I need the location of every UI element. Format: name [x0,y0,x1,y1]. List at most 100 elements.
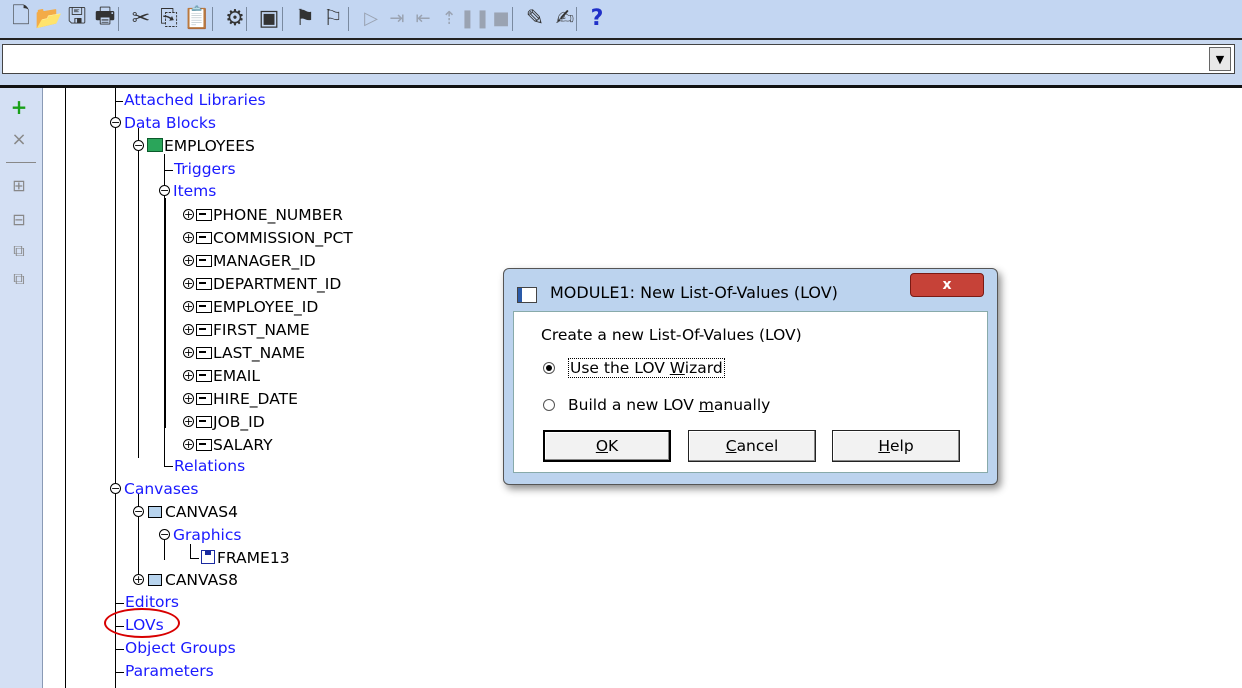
text-item-icon [196,416,212,428]
tree-node-item[interactable]: PHONE_NUMBER [196,205,343,225]
run-form-icon[interactable]: ▣ [256,5,282,31]
tree-node-label: JOB_ID [213,413,265,431]
expand-all-icon[interactable]: ⧉ [8,240,30,262]
tree-node-item[interactable]: FIRST_NAME [196,320,310,340]
toolbar-separator [212,7,213,31]
ok-button[interactable]: OK [543,430,671,462]
collapse-node-icon[interactable]: − [110,483,121,494]
collapse-node-icon[interactable]: − [133,506,144,517]
tree-node-item[interactable]: SALARY [196,435,273,455]
step-over-icon[interactable]: ⇤ [410,5,436,31]
option-build-manually[interactable]: Build a new LOV manually [543,396,770,414]
option-use-lov-wizard[interactable]: Use the LOV Wizard [543,358,725,378]
tree-node-frame13[interactable]: FRAME13 [201,548,290,568]
tree-node-item[interactable]: LAST_NAME [196,343,305,363]
expand-node-icon[interactable]: + [183,232,194,243]
button-label: Cancel [725,437,779,455]
highlight-circle [104,608,180,638]
print-icon[interactable]: 🖶 [92,4,118,31]
cancel-button[interactable]: Cancel [688,430,816,462]
tree-node-data-blocks[interactable]: Data Blocks [124,113,216,133]
cut-icon[interactable]: ✂ [128,5,154,31]
tree-line [164,170,173,171]
tree-node-item[interactable]: HIRE_DATE [196,389,298,409]
tree-node-canvases[interactable]: Canvases [124,479,199,499]
layout-editor-icon[interactable]: ✎ [522,5,548,31]
step-into-icon[interactable]: ⇥ [384,5,410,31]
tree-node-item[interactable]: MANAGER_ID [196,251,316,271]
main-toolbar: 🗋 📂 🖫 🖶 ✂ ⎘ 📋 ⚙ ▣ ⚑ ⚐ ▷ ⇥ ⇤ ⇡ ❚❚ ■ ✎ ✍? [0,0,1242,40]
stop-icon[interactable]: ■ [488,5,514,31]
tree-node-employees[interactable]: EMPLOYEES [147,136,255,156]
tree-node-item[interactable]: JOB_ID [196,412,265,432]
collapse-node-icon[interactable]: − [133,140,144,151]
expand-node-icon[interactable]: + [183,347,194,358]
collapse-icon[interactable]: ⊟ [8,208,30,230]
radio-selected-icon[interactable] [543,362,555,374]
collapse-node-icon[interactable]: − [110,117,121,128]
compile-icon[interactable]: ⚙ [222,5,248,31]
run-web-icon[interactable]: ⚐ [320,5,346,31]
expand-node-icon[interactable]: + [183,393,194,404]
tree-node-graphics[interactable]: Graphics [173,525,241,545]
tree-node-label: EMPLOYEE_ID [213,298,319,316]
tree-node-object-groups[interactable]: Object Groups [125,638,236,658]
expand-node-icon[interactable]: + [183,439,194,450]
tree-node-parameters[interactable]: Parameters [125,661,214,681]
open-icon[interactable]: 📂 [35,5,62,31]
tree-node-item[interactable]: COMMISSION_PCT [196,228,353,248]
tree-node-canvas4[interactable]: CANVAS4 [148,502,238,522]
new-icon[interactable]: 🗋 [8,4,34,31]
pl-sql-editor-icon[interactable]: ✍ [552,5,578,31]
option-label: Build a new LOV manually [568,396,771,414]
radio-unselected-icon[interactable] [543,399,555,411]
tree-node-item[interactable]: EMPLOYEE_ID [196,297,318,317]
expand-node-icon[interactable]: + [183,370,194,381]
new-lov-dialog: MODULE1: New List-Of-Values (LOV) x Crea… [503,268,998,485]
tree-node-label: FRAME13 [217,549,290,567]
pause-icon[interactable]: ❚❚ [460,5,490,31]
tree-line [115,649,124,650]
expand-node-icon[interactable]: + [183,209,194,220]
paste-icon[interactable]: 📋 [183,5,210,31]
run-debug-icon[interactable]: ⚑ [292,5,318,31]
tree-node-relations[interactable]: Relations [174,456,245,476]
delete-icon[interactable]: × [8,128,30,150]
tree-node-triggers[interactable]: Triggers [174,159,236,179]
help-icon[interactable]: ? [584,5,610,31]
expand-node-icon[interactable]: + [183,278,194,289]
expand-node-icon[interactable]: + [133,574,144,585]
close-button[interactable]: x [910,273,984,297]
expand-icon[interactable]: ⊞ [8,174,30,196]
tree-node-item[interactable]: DEPARTMENT_ID [196,274,341,294]
step-out-icon[interactable]: ⇡ [436,5,462,31]
create-icon[interactable]: + [8,95,30,119]
go-icon[interactable]: ▷ [358,5,384,31]
tree-node-item[interactable]: EMAIL [196,366,260,386]
tree-line [115,88,116,688]
toolbar-separator [512,7,513,31]
collapse-node-icon[interactable]: − [159,529,170,540]
tree-node-canvas8[interactable]: CANVAS8 [148,570,238,590]
toolbar-separator [118,7,119,31]
tree-node-attached-libraries[interactable]: Attached Libraries [124,90,266,110]
copy-icon[interactable]: ⎘ [156,5,182,31]
help-button[interactable]: Help [832,430,960,462]
dialog-title: MODULE1: New List-Of-Values (LOV) [550,283,838,302]
expand-node-icon[interactable]: + [183,416,194,427]
expand-node-icon[interactable]: + [183,255,194,266]
dialog-heading: Create a new List-Of-Values (LOV) [541,326,802,344]
tree-node-label: HIRE_DATE [213,390,298,408]
tree-node-items[interactable]: Items [173,181,216,201]
expand-node-icon[interactable]: + [183,324,194,335]
toolbar-separator [282,7,283,31]
collapse-all-icon[interactable]: ⧉ [8,268,30,290]
text-item-icon [196,347,212,359]
tree-node-label: EMPLOYEES [164,137,255,155]
dropdown-arrow-button[interactable]: ▼ [1209,47,1231,71]
save-icon[interactable]: 🖫 [64,4,90,31]
collapse-node-icon[interactable]: − [159,185,170,196]
expand-node-icon[interactable]: + [183,301,194,312]
tree-node-label: MANAGER_ID [213,252,316,270]
object-navigator-find-combo[interactable]: ▼ [2,44,1235,74]
